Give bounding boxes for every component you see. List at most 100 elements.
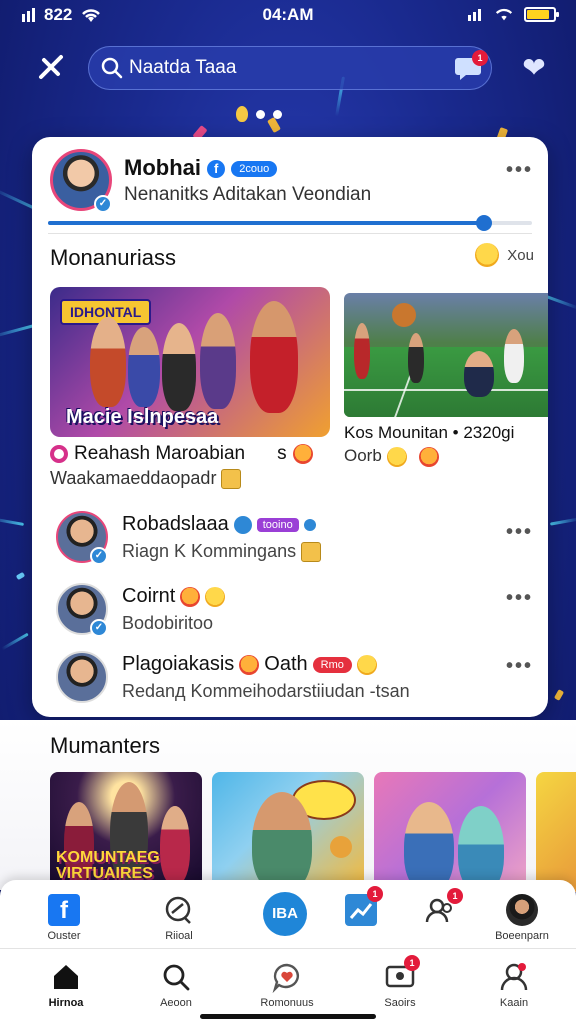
search-icon <box>160 961 192 993</box>
tab-badge: 1 <box>367 886 383 902</box>
feed-image-left[interactable]: IDHONTAL Macie Islnpesaa <box>50 287 330 437</box>
section2-title: Mumanters <box>50 733 161 758</box>
progress-fill <box>48 221 484 225</box>
list-item[interactable]: ✓ Coirnt Bodobiritoo ••• <box>32 577 548 641</box>
row-avatar[interactable] <box>56 651 108 703</box>
person-figure <box>404 802 454 892</box>
tv-icon: 1 <box>384 955 420 993</box>
facebook-icon: f <box>207 160 226 179</box>
thumb-card[interactable] <box>212 772 364 892</box>
search-chat-icon <box>163 894 195 926</box>
more-options-icon[interactable]: ••• <box>506 655 533 678</box>
tab-label: Saoirs <box>384 997 416 1009</box>
main-card: ✓ Mobhai f 2couo Nenanitks Aditakan Veon… <box>32 137 548 717</box>
more-options-icon[interactable]: ••• <box>506 521 533 544</box>
more-options-icon[interactable]: ••• <box>506 587 533 610</box>
tab-boeenparn[interactable]: Boeenparn <box>477 894 567 942</box>
list-item[interactable]: ✓ Robadslaaa tooino Riagn K Kommingans •… <box>32 505 548 569</box>
search-bar[interactable] <box>88 46 492 90</box>
profile-subtitle: Nenanitks Aditakan Veondian <box>124 184 372 205</box>
info-icon <box>233 515 252 534</box>
heart-icon[interactable]: ❤ <box>518 52 550 84</box>
progress-bar[interactable] <box>48 215 532 231</box>
tab-home[interactable]: Hirnoa <box>21 961 111 1009</box>
emoji-icon <box>475 243 500 267</box>
wifi-icon-right <box>495 8 513 21</box>
person-figure <box>200 313 236 409</box>
tab-kaain[interactable]: Kaain <box>469 961 559 1009</box>
row-title: Plagoiakasis Oath Rmo <box>122 653 377 676</box>
more-options-icon[interactable]: ••• <box>506 159 533 182</box>
verified-icon: ✓ <box>90 619 108 637</box>
search-input[interactable] <box>129 57 449 79</box>
ball-icon <box>392 303 416 327</box>
ring-icon <box>50 445 68 463</box>
center-action-button[interactable]: IBA <box>263 892 307 936</box>
tab-label: Riioal <box>165 930 193 942</box>
thumb-card[interactable]: KOMUNTAEG VIRTUAIRES <box>50 772 202 892</box>
emoji-icon <box>419 446 440 467</box>
main-tab-bar: Hirnoa Aeoon Romonuus 1 Saoirs Kaain <box>0 948 576 1024</box>
tab-chart[interactable]: 1 <box>316 886 406 926</box>
thumb-caption: KOMUNTAEG VIRTUAIRES <box>56 849 160 882</box>
messenger-button[interactable]: 1 <box>454 50 488 82</box>
home-icon <box>50 961 82 993</box>
list-item[interactable]: Plagoiakasis Oath Rmo Redanд Kommeihodar… <box>32 645 548 709</box>
feed-left-subtitle-text: Waakamaeddaopadr <box>50 468 217 488</box>
person-figure <box>128 327 160 407</box>
cell-signal-icon <box>468 9 481 21</box>
tab-search[interactable]: Aeoon <box>131 961 221 1009</box>
tab-ouster[interactable]: f Ouster <box>19 894 109 942</box>
feed-left-title[interactable]: Reahash Maroabian s <box>50 443 313 465</box>
person-figure <box>162 323 196 411</box>
info-icon <box>303 518 316 531</box>
sticker-icon <box>221 469 242 490</box>
thumb-card[interactable] <box>374 772 526 892</box>
user-icon <box>498 961 530 993</box>
thumb-card-partial[interactable] <box>536 772 576 892</box>
row-pill: tooino <box>256 517 299 532</box>
search-icon <box>101 57 123 79</box>
tab-saoirs[interactable]: 1 Saoirs <box>355 955 445 1009</box>
home-indicator <box>200 1014 376 1019</box>
status-right <box>468 6 559 22</box>
player-figure <box>408 333 424 383</box>
feed-left-title-suffix: s <box>277 443 287 464</box>
tab-riioal[interactable]: Riioal <box>134 894 224 942</box>
top-header: 1 ❤ <box>0 44 576 92</box>
tab-friends[interactable]: 1 <box>396 888 486 926</box>
row-subtitle: Redanд Kommeihodarstiiudan -tsan <box>122 681 410 701</box>
feed-right-subtitle: Oorb <box>344 446 440 467</box>
chat-heart-icon <box>271 961 303 994</box>
court-line <box>344 389 548 391</box>
emoji-icon <box>180 586 201 607</box>
tab-romonuus[interactable]: Romonuus <box>242 961 332 1009</box>
profile-header[interactable]: ✓ Mobhai f 2couo Nenanitks Aditakan Veon… <box>32 137 548 231</box>
feed-left-subtitle: Waakamaeddaopadr <box>50 468 242 490</box>
page-dots <box>236 106 282 122</box>
player-figure <box>464 351 494 397</box>
section-title: Monanuriass <box>50 245 176 270</box>
battery-icon <box>524 6 559 22</box>
balloon-icon <box>236 106 248 122</box>
tab-label: Kaain <box>499 997 529 1009</box>
feed-caption: Macie Islnpesaa <box>66 406 219 428</box>
emoji-icon <box>205 586 226 607</box>
row-title: Robadslaaa tooino <box>122 513 316 536</box>
page-dot <box>256 109 265 119</box>
section-right-label: Xou <box>507 246 534 264</box>
profile-name-line: Mobhai f 2couo <box>124 155 278 181</box>
row-title-text-2: Oath <box>264 653 308 675</box>
person-figure <box>252 792 312 892</box>
feed-right-title[interactable]: Kos Mounitan • 2320gi <box>344 423 514 443</box>
tab-label: Hirnoa <box>48 997 84 1009</box>
row-subtitle: Riagn K Kommingans <box>122 541 322 563</box>
feed-image-right[interactable] <box>344 293 548 417</box>
friends-icon: 1 <box>425 888 463 926</box>
row-subtitle-text: Riagn K Kommingans <box>122 541 297 561</box>
menu-tools-icon[interactable] <box>34 52 68 86</box>
facebook-icon: f <box>48 894 80 926</box>
progress-knob[interactable] <box>475 215 492 231</box>
tab-label: Boeenparn <box>495 930 549 942</box>
section-right[interactable]: Xou <box>475 243 534 267</box>
